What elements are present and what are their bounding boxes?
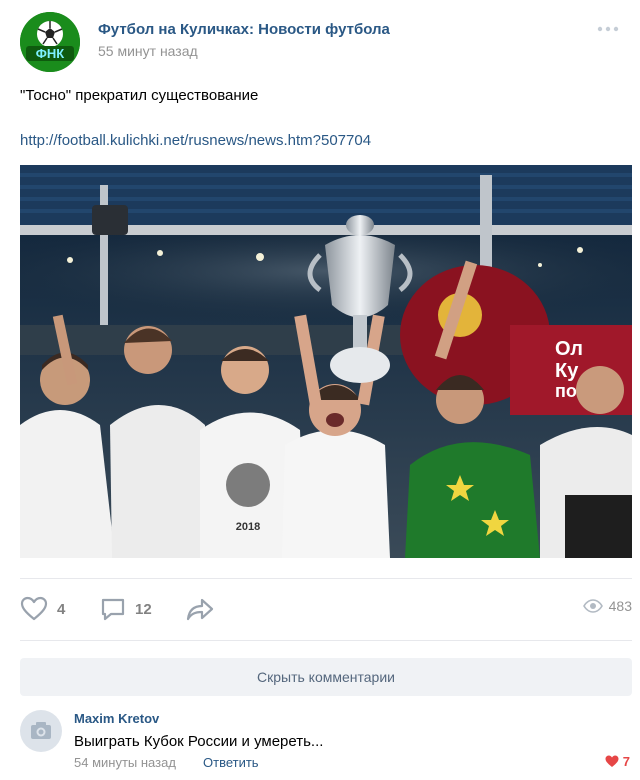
comment-like-button[interactable]: 7 — [605, 754, 630, 769]
group-logo-icon: ФНК — [20, 12, 80, 72]
comment-reply-link[interactable]: Ответить — [203, 755, 259, 770]
banner-text-1: Ол — [555, 338, 583, 360]
comment-timestamp[interactable]: 54 минуты назад — [74, 755, 176, 770]
views-count: 483 — [608, 598, 632, 614]
heart-filled-icon — [605, 755, 619, 767]
comments-count: 12 — [135, 600, 152, 618]
comment-likes-count: 7 — [622, 754, 630, 769]
camera-icon — [31, 722, 51, 739]
more-options-icon[interactable] — [596, 22, 620, 34]
like-button[interactable]: 4 — [20, 594, 65, 624]
comment-icon — [101, 598, 125, 621]
share-button[interactable] — [186, 594, 214, 624]
banner-text-2: Ку — [555, 360, 579, 382]
likes-count: 4 — [57, 600, 66, 618]
post-timestamp[interactable]: 55 минут назад — [98, 43, 198, 59]
photo-team-celebration: Ол Ку по 2018 — [20, 165, 632, 558]
group-name-link[interactable]: Футбол на Куличках: Новости футбола — [98, 21, 390, 38]
divider-top — [20, 578, 632, 579]
hide-comments-button[interactable]: Скрыть комментарии — [20, 658, 632, 696]
group-avatar[interactable]: ФНК — [20, 12, 80, 72]
comment-author-avatar[interactable] — [20, 710, 62, 752]
views-indicator: 483 — [582, 598, 632, 614]
post-link[interactable]: http://football.kulichki.net/rusnews/new… — [20, 132, 371, 149]
comment-text: Выиграть Кубок России и умереть... — [74, 733, 324, 750]
group-logo-text: ФНК — [36, 46, 64, 61]
eye-icon — [582, 599, 603, 613]
post-photo[interactable]: Ол Ку по 2018 — [20, 165, 632, 558]
comment-button[interactable]: 12 — [100, 594, 152, 624]
post-text: "Тосно" прекратил существование — [20, 87, 259, 104]
heart-icon — [20, 596, 48, 621]
post-header: ФНК Футбол на Куличках: Новости футбола … — [20, 12, 620, 72]
banner-text-3: по — [555, 381, 577, 401]
shirt-text: 2018 — [236, 521, 260, 533]
share-icon — [186, 598, 214, 621]
divider-bottom — [20, 640, 632, 641]
comment-author-name[interactable]: Maxim Kretov — [74, 711, 159, 726]
